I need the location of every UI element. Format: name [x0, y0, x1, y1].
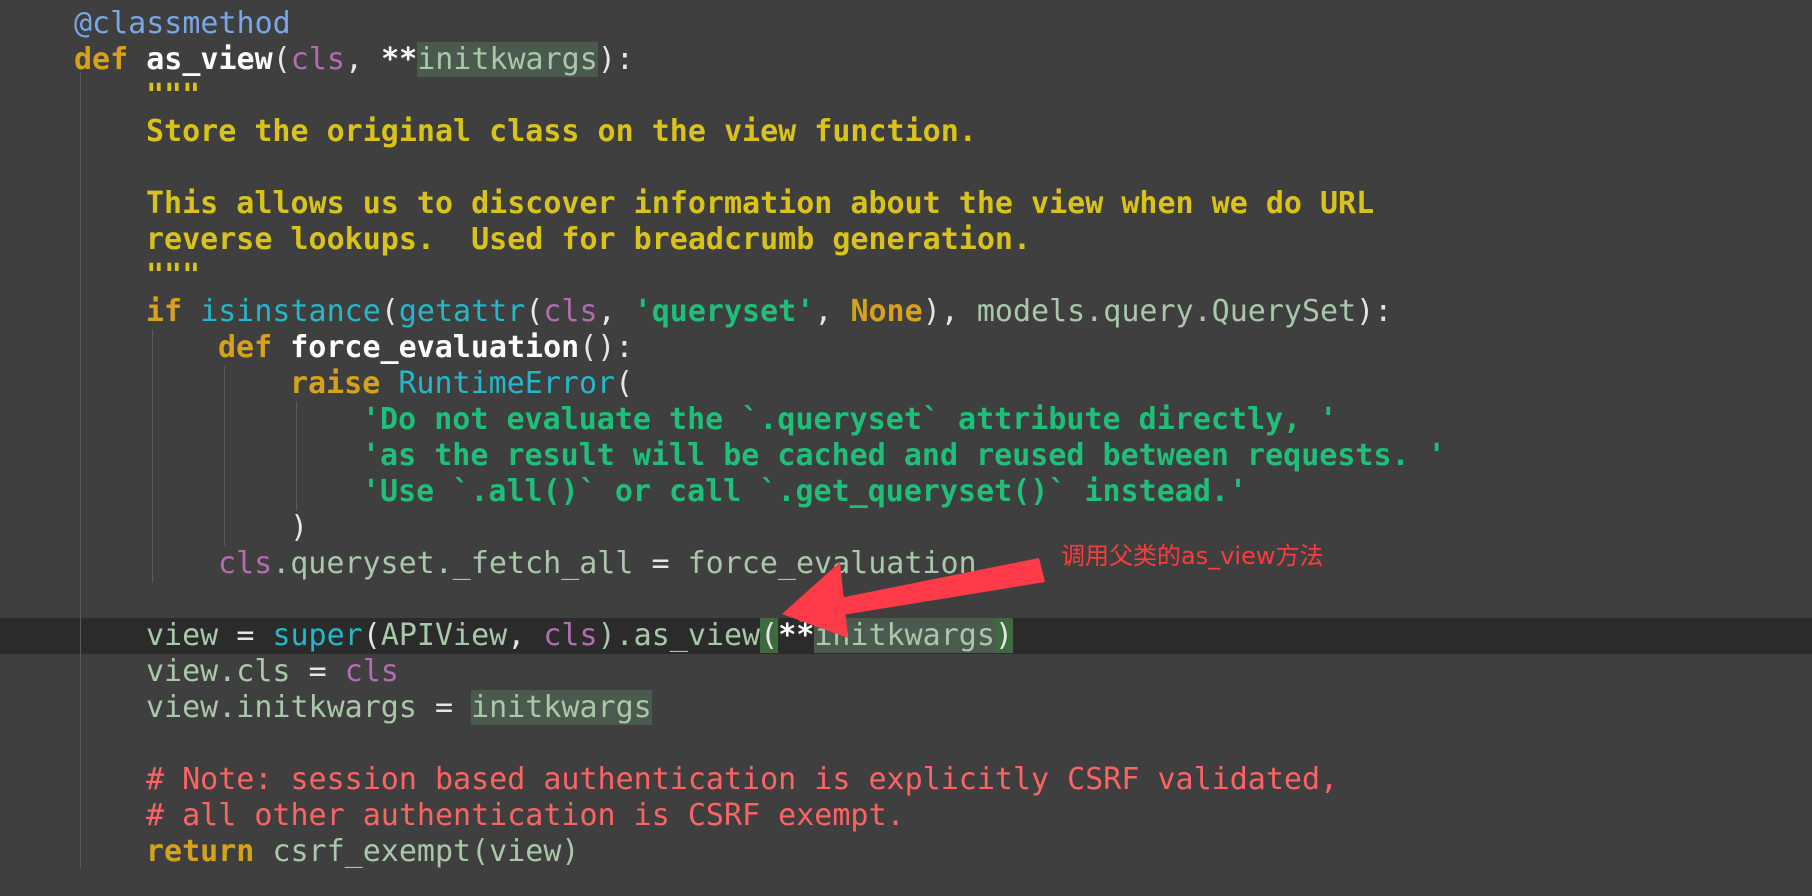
code-line[interactable]: view.initkwargs = initkwargs — [146, 690, 652, 726]
code-token: ( — [760, 618, 779, 653]
code-token: 'as the result will be cached and reused… — [362, 438, 1446, 473]
code-line[interactable]: reverse lookups. Used for breadcrumb gen… — [146, 222, 1031, 258]
code-token: Store the original class on the view fun… — [146, 114, 977, 149]
code-token: ).as_view — [597, 618, 761, 653]
code-line[interactable]: Store the original class on the view fun… — [146, 114, 977, 150]
code-token: def — [218, 330, 291, 365]
code-token: getattr — [398, 294, 526, 329]
code-token: models.query.QuerySet — [976, 294, 1357, 329]
code-line[interactable]: ) — [290, 510, 308, 546]
code-token: = — [308, 654, 345, 689]
code-token: cls — [344, 654, 399, 689]
code-token: ** — [778, 618, 815, 653]
code-token: ): — [597, 42, 634, 77]
code-token: view — [146, 618, 237, 653]
code-token: .queryset._fetch_all — [272, 546, 652, 581]
code-token: as_view — [146, 42, 273, 77]
code-token: APIView — [380, 618, 508, 653]
code-token: # Note: session based authentication is … — [146, 762, 1339, 797]
code-line[interactable]: This allows us to discover information a… — [146, 186, 1374, 222]
code-token: ( — [525, 294, 544, 329]
code-line[interactable]: def as_view(cls, **initkwargs): — [74, 42, 634, 78]
code-token: , — [597, 294, 634, 329]
code-token: def — [74, 42, 147, 77]
code-token: cls — [218, 546, 273, 581]
code-token: 'Do not evaluate the `.queryset` attribu… — [362, 402, 1338, 437]
code-token: force_evaluation — [290, 330, 580, 365]
code-token: = — [651, 546, 688, 581]
code-line[interactable]: @classmethod — [74, 6, 291, 42]
code-token: RuntimeError — [398, 366, 616, 401]
code-line[interactable]: """ — [146, 78, 200, 114]
indent-guide — [296, 402, 297, 510]
code-token: = — [236, 618, 273, 653]
code-token: (): — [579, 330, 634, 365]
indent-guide — [224, 366, 225, 546]
code-token: , — [814, 294, 851, 329]
code-token: cls — [543, 618, 598, 653]
code-token: ( — [615, 366, 634, 401]
code-token: ( — [362, 618, 381, 653]
code-editor[interactable]: @classmethod def as_view(cls, **initkwarg… — [0, 0, 1812, 896]
code-line[interactable]: 'Do not evaluate the `.queryset` attribu… — [362, 402, 1337, 438]
code-token: ), — [922, 294, 977, 329]
code-token: , — [507, 618, 544, 653]
code-token: initkwargs — [417, 42, 598, 77]
code-token: cls — [290, 42, 345, 77]
code-token: , — [344, 42, 382, 77]
code-token: return — [146, 834, 273, 869]
code-line[interactable]: view.cls = cls — [146, 654, 399, 690]
code-token: if — [146, 294, 201, 329]
code-token: # all other authentication is CSRF exemp… — [146, 798, 905, 833]
code-line[interactable]: 'Use `.all()` or call `.get_queryset()` … — [362, 474, 1247, 510]
code-token: raise — [290, 366, 399, 401]
code-line[interactable]: if isinstance(getattr(cls, 'queryset', N… — [146, 294, 1392, 330]
code-line[interactable]: 'as the result will be cached and reused… — [362, 438, 1446, 474]
code-token: view.initkwargs — [146, 690, 435, 725]
code-line[interactable]: def force_evaluation(): — [218, 330, 633, 366]
code-token: ( — [272, 42, 291, 77]
indent-guide — [80, 72, 81, 868]
code-token: super — [272, 618, 363, 653]
code-token: (view) — [471, 834, 580, 869]
code-token: ( — [380, 294, 399, 329]
code-token: initkwargs — [471, 690, 652, 725]
code-line[interactable]: # Note: session based authentication is … — [146, 762, 1338, 798]
code-token: ** — [381, 42, 418, 77]
code-token: force_evaluation — [687, 546, 977, 581]
code-token: This allows us to discover information a… — [146, 186, 1375, 221]
code-line[interactable]: """ — [146, 258, 200, 294]
code-token: ): — [1356, 294, 1393, 329]
code-token: 'Use `.all()` or call `.get_queryset()` … — [362, 474, 1248, 509]
code-token: csrf_exempt — [272, 834, 472, 869]
code-line[interactable]: # all other authentication is CSRF exemp… — [146, 798, 905, 834]
code-token: reverse lookups. Used for breadcrumb gen… — [146, 222, 1032, 257]
code-token: = — [434, 690, 472, 725]
code-line[interactable]: raise RuntimeError( — [290, 366, 633, 402]
code-token: """ — [146, 258, 201, 293]
code-line[interactable]: return csrf_exempt(view) — [146, 834, 580, 870]
indent-guide — [152, 330, 153, 582]
code-token: cls — [543, 294, 598, 329]
code-token: ) — [994, 618, 1013, 653]
code-token: 'queryset' — [633, 294, 815, 329]
code-token: @classmethod — [74, 6, 291, 41]
code-line[interactable]: cls.queryset._fetch_all = force_evaluati… — [218, 546, 977, 582]
code-token: """ — [146, 78, 201, 113]
code-token: None — [850, 294, 923, 329]
code-line[interactable]: view = super(APIView, cls).as_view(**ini… — [146, 618, 1013, 654]
code-token: ) — [290, 510, 309, 545]
code-token: view.cls — [146, 654, 309, 689]
code-token: isinstance — [200, 294, 381, 329]
code-token: initkwargs — [814, 618, 995, 653]
annotation-label: 调用父类的as_view方法 — [1061, 542, 1324, 570]
